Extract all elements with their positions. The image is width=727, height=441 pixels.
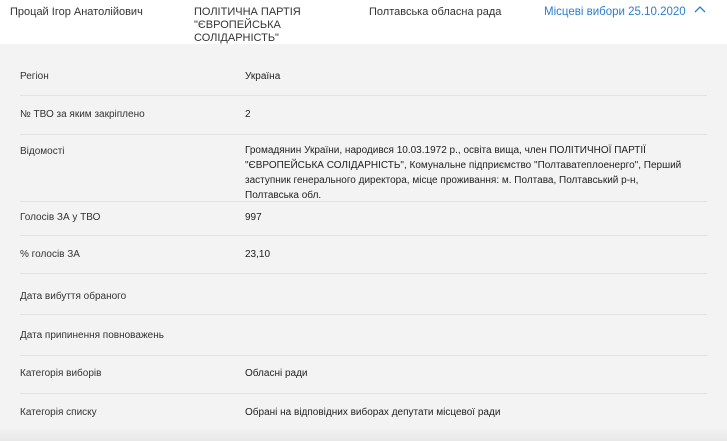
detail-label: Дата припинення повноважень xyxy=(20,330,164,341)
detail-label: Відомості xyxy=(20,146,65,157)
detail-label: Голосів ЗА у ТВО xyxy=(20,212,101,223)
detail-value: 997 xyxy=(245,212,262,223)
detail-label: % голосів ЗА xyxy=(20,249,80,260)
detail-row-region: Регіон Україна xyxy=(20,44,707,96)
council-name: Полтавська обласна рада xyxy=(369,6,502,18)
candidate-party: ПОЛІТИЧНА ПАРТІЯ "ЄВРОПЕЙСЬКА СОЛІДАРНІС… xyxy=(194,6,364,45)
detail-label: № ТВО за яким закріплено xyxy=(20,109,145,120)
detail-label: Регіон xyxy=(20,71,49,82)
detail-row-district: № ТВО за яким закріплено 2 xyxy=(20,96,707,135)
chevron-up-icon[interactable] xyxy=(694,5,708,17)
detail-row-election-category: Категорія виборів Обласні ради xyxy=(20,356,707,394)
detail-label: Категорія виборів xyxy=(20,368,102,379)
detail-label: Дата вибуття обраного xyxy=(20,291,127,302)
detail-row-votes: Голосів ЗА у ТВО 997 xyxy=(20,202,707,236)
detail-value: 2 xyxy=(245,109,251,120)
party-name-line1: ПОЛІТИЧНА ПАРТІЯ xyxy=(194,6,301,18)
detail-value: Обрані на відповідних виборах депутати м… xyxy=(245,407,501,418)
detail-label: Категорія списку xyxy=(20,407,97,418)
detail-value: 23,10 xyxy=(245,249,271,260)
detail-row-vote-percent: % голосів ЗА 23,10 xyxy=(20,236,707,274)
party-name-line2: "ЄВРОПЕЙСЬКА СОЛІДАРНІСТЬ" xyxy=(194,19,281,44)
candidate-name: Процай Ігор Анатолійович xyxy=(10,6,143,18)
candidate-header-row[interactable]: Процай Ігор Анатолійович ПОЛІТИЧНА ПАРТІ… xyxy=(0,0,727,45)
election-link[interactable]: Місцеві вибори 25.10.2020 xyxy=(544,6,686,19)
detail-row-info: Відомості Громадянин України, народився … xyxy=(20,135,707,202)
candidate-details-panel: Регіон Україна № ТВО за яким закріплено … xyxy=(0,44,727,441)
detail-row-termination-date: Дата припинення повноважень xyxy=(20,315,707,356)
detail-value: Обласні ради xyxy=(245,368,308,379)
detail-row-departure-date: Дата вибуття обраного xyxy=(20,274,707,315)
detail-value: Україна xyxy=(245,71,281,82)
bottom-shadow xyxy=(0,428,727,441)
detail-value: Громадянин України, народився 10.03.1972… xyxy=(245,145,682,201)
